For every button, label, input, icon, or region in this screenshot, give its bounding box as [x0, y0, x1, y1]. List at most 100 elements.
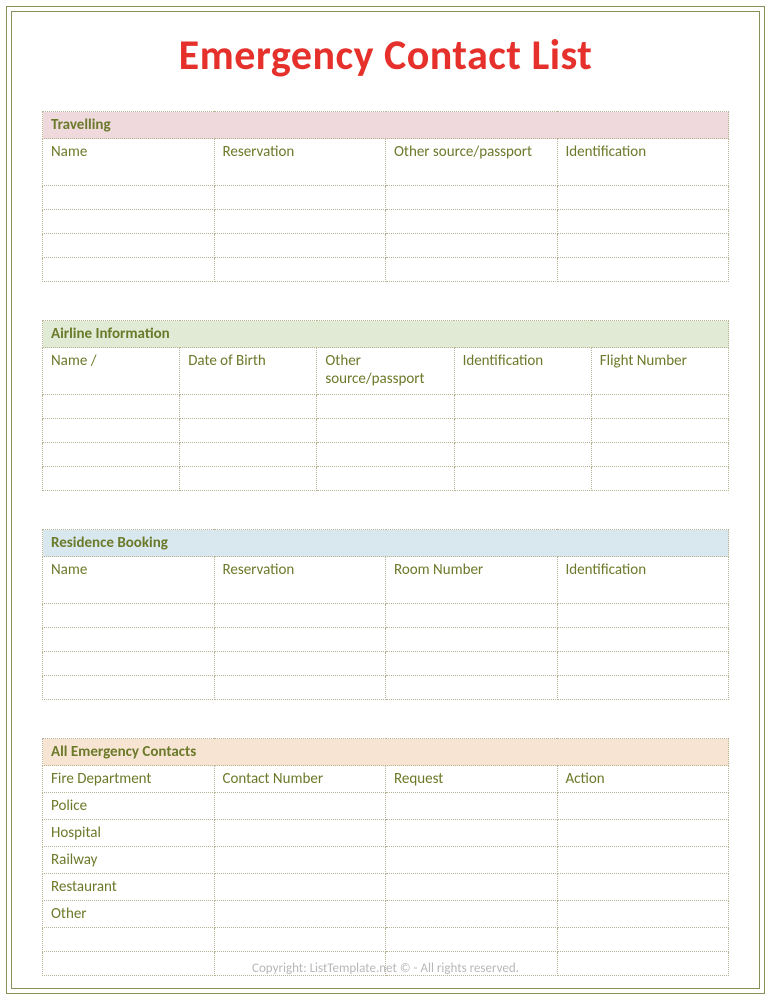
- cell[interactable]: [386, 847, 558, 874]
- table-residence: Residence Booking Name Reservation Room …: [42, 529, 729, 700]
- col-header: Room Number: [386, 557, 558, 604]
- cell[interactable]: [386, 793, 558, 820]
- cell[interactable]: [43, 210, 215, 234]
- inner-frame: Emergency Contact List Travelling Name R…: [11, 11, 760, 989]
- section-title-residence: Residence Booking: [43, 530, 729, 557]
- cell[interactable]: [386, 652, 558, 676]
- col-header: Fire Department: [43, 766, 215, 793]
- cell[interactable]: [591, 419, 728, 443]
- cell[interactable]: [557, 604, 729, 628]
- cell[interactable]: [214, 874, 386, 901]
- col-header: Reservation: [214, 139, 386, 186]
- table-row: [43, 628, 729, 652]
- col-header: Flight Number: [591, 348, 728, 395]
- col-header: Contact Number: [214, 766, 386, 793]
- cell[interactable]: [591, 443, 728, 467]
- cell[interactable]: [43, 186, 215, 210]
- table-row: Restaurant: [43, 874, 729, 901]
- cell[interactable]: [557, 210, 729, 234]
- cell[interactable]: [386, 676, 558, 700]
- cell[interactable]: Other: [43, 901, 215, 928]
- cell[interactable]: [214, 676, 386, 700]
- cell[interactable]: [317, 395, 454, 419]
- table-row: [43, 443, 729, 467]
- cell[interactable]: [386, 874, 558, 901]
- cell[interactable]: [591, 395, 728, 419]
- cell[interactable]: [557, 234, 729, 258]
- cell[interactable]: [557, 847, 729, 874]
- cell[interactable]: Restaurant: [43, 874, 215, 901]
- section-airline: Airline Information Name / Date of Birth…: [42, 320, 729, 491]
- cell[interactable]: [43, 652, 215, 676]
- cell[interactable]: [386, 604, 558, 628]
- col-header: Other source/passport: [317, 348, 454, 395]
- col-header: Other source/passport: [386, 139, 558, 186]
- cell[interactable]: [214, 820, 386, 847]
- cell[interactable]: [214, 901, 386, 928]
- section-title-airline: Airline Information: [43, 321, 729, 348]
- cell[interactable]: [591, 467, 728, 491]
- cell[interactable]: [454, 467, 591, 491]
- cell[interactable]: [43, 604, 215, 628]
- cell[interactable]: [214, 186, 386, 210]
- cell[interactable]: [454, 395, 591, 419]
- col-header: Date of Birth: [180, 348, 317, 395]
- cell[interactable]: Police: [43, 793, 215, 820]
- cell[interactable]: [557, 676, 729, 700]
- cell[interactable]: [557, 820, 729, 847]
- cell[interactable]: [214, 210, 386, 234]
- cell[interactable]: [214, 628, 386, 652]
- cell[interactable]: [557, 901, 729, 928]
- cell[interactable]: [214, 928, 386, 952]
- cell[interactable]: [43, 467, 180, 491]
- cell[interactable]: [43, 628, 215, 652]
- cell[interactable]: [43, 419, 180, 443]
- cell[interactable]: [214, 793, 386, 820]
- cell[interactable]: [386, 210, 558, 234]
- cell[interactable]: [386, 186, 558, 210]
- cell[interactable]: [180, 467, 317, 491]
- cell[interactable]: [386, 928, 558, 952]
- cell[interactable]: [557, 628, 729, 652]
- cell[interactable]: [557, 652, 729, 676]
- cell[interactable]: [386, 258, 558, 282]
- col-header: Name: [43, 139, 215, 186]
- table-row: Hospital: [43, 820, 729, 847]
- cell[interactable]: [43, 395, 180, 419]
- cell[interactable]: [317, 443, 454, 467]
- cell[interactable]: [386, 820, 558, 847]
- table-travelling: Travelling Name Reservation Other source…: [42, 111, 729, 282]
- cell[interactable]: [557, 874, 729, 901]
- cell[interactable]: [43, 258, 215, 282]
- cell[interactable]: Railway: [43, 847, 215, 874]
- cell[interactable]: [317, 419, 454, 443]
- cell[interactable]: [454, 419, 591, 443]
- cell[interactable]: [43, 676, 215, 700]
- cell[interactable]: [180, 419, 317, 443]
- cell[interactable]: [317, 467, 454, 491]
- cell[interactable]: [214, 847, 386, 874]
- cell[interactable]: [386, 901, 558, 928]
- cell[interactable]: [180, 443, 317, 467]
- cell[interactable]: [214, 258, 386, 282]
- cell[interactable]: [386, 234, 558, 258]
- cell[interactable]: [214, 604, 386, 628]
- table-row: [43, 604, 729, 628]
- cell[interactable]: [386, 628, 558, 652]
- cell[interactable]: [43, 443, 180, 467]
- cell[interactable]: [557, 258, 729, 282]
- cell[interactable]: [180, 395, 317, 419]
- table-airline: Airline Information Name / Date of Birth…: [42, 320, 729, 491]
- col-header: Identification: [454, 348, 591, 395]
- section-residence: Residence Booking Name Reservation Room …: [42, 529, 729, 700]
- table-row: [43, 928, 729, 952]
- cell[interactable]: [557, 928, 729, 952]
- cell[interactable]: [43, 928, 215, 952]
- cell[interactable]: [557, 793, 729, 820]
- cell[interactable]: [454, 443, 591, 467]
- cell[interactable]: [214, 234, 386, 258]
- cell[interactable]: [214, 652, 386, 676]
- cell[interactable]: [557, 186, 729, 210]
- cell[interactable]: Hospital: [43, 820, 215, 847]
- cell[interactable]: [43, 234, 215, 258]
